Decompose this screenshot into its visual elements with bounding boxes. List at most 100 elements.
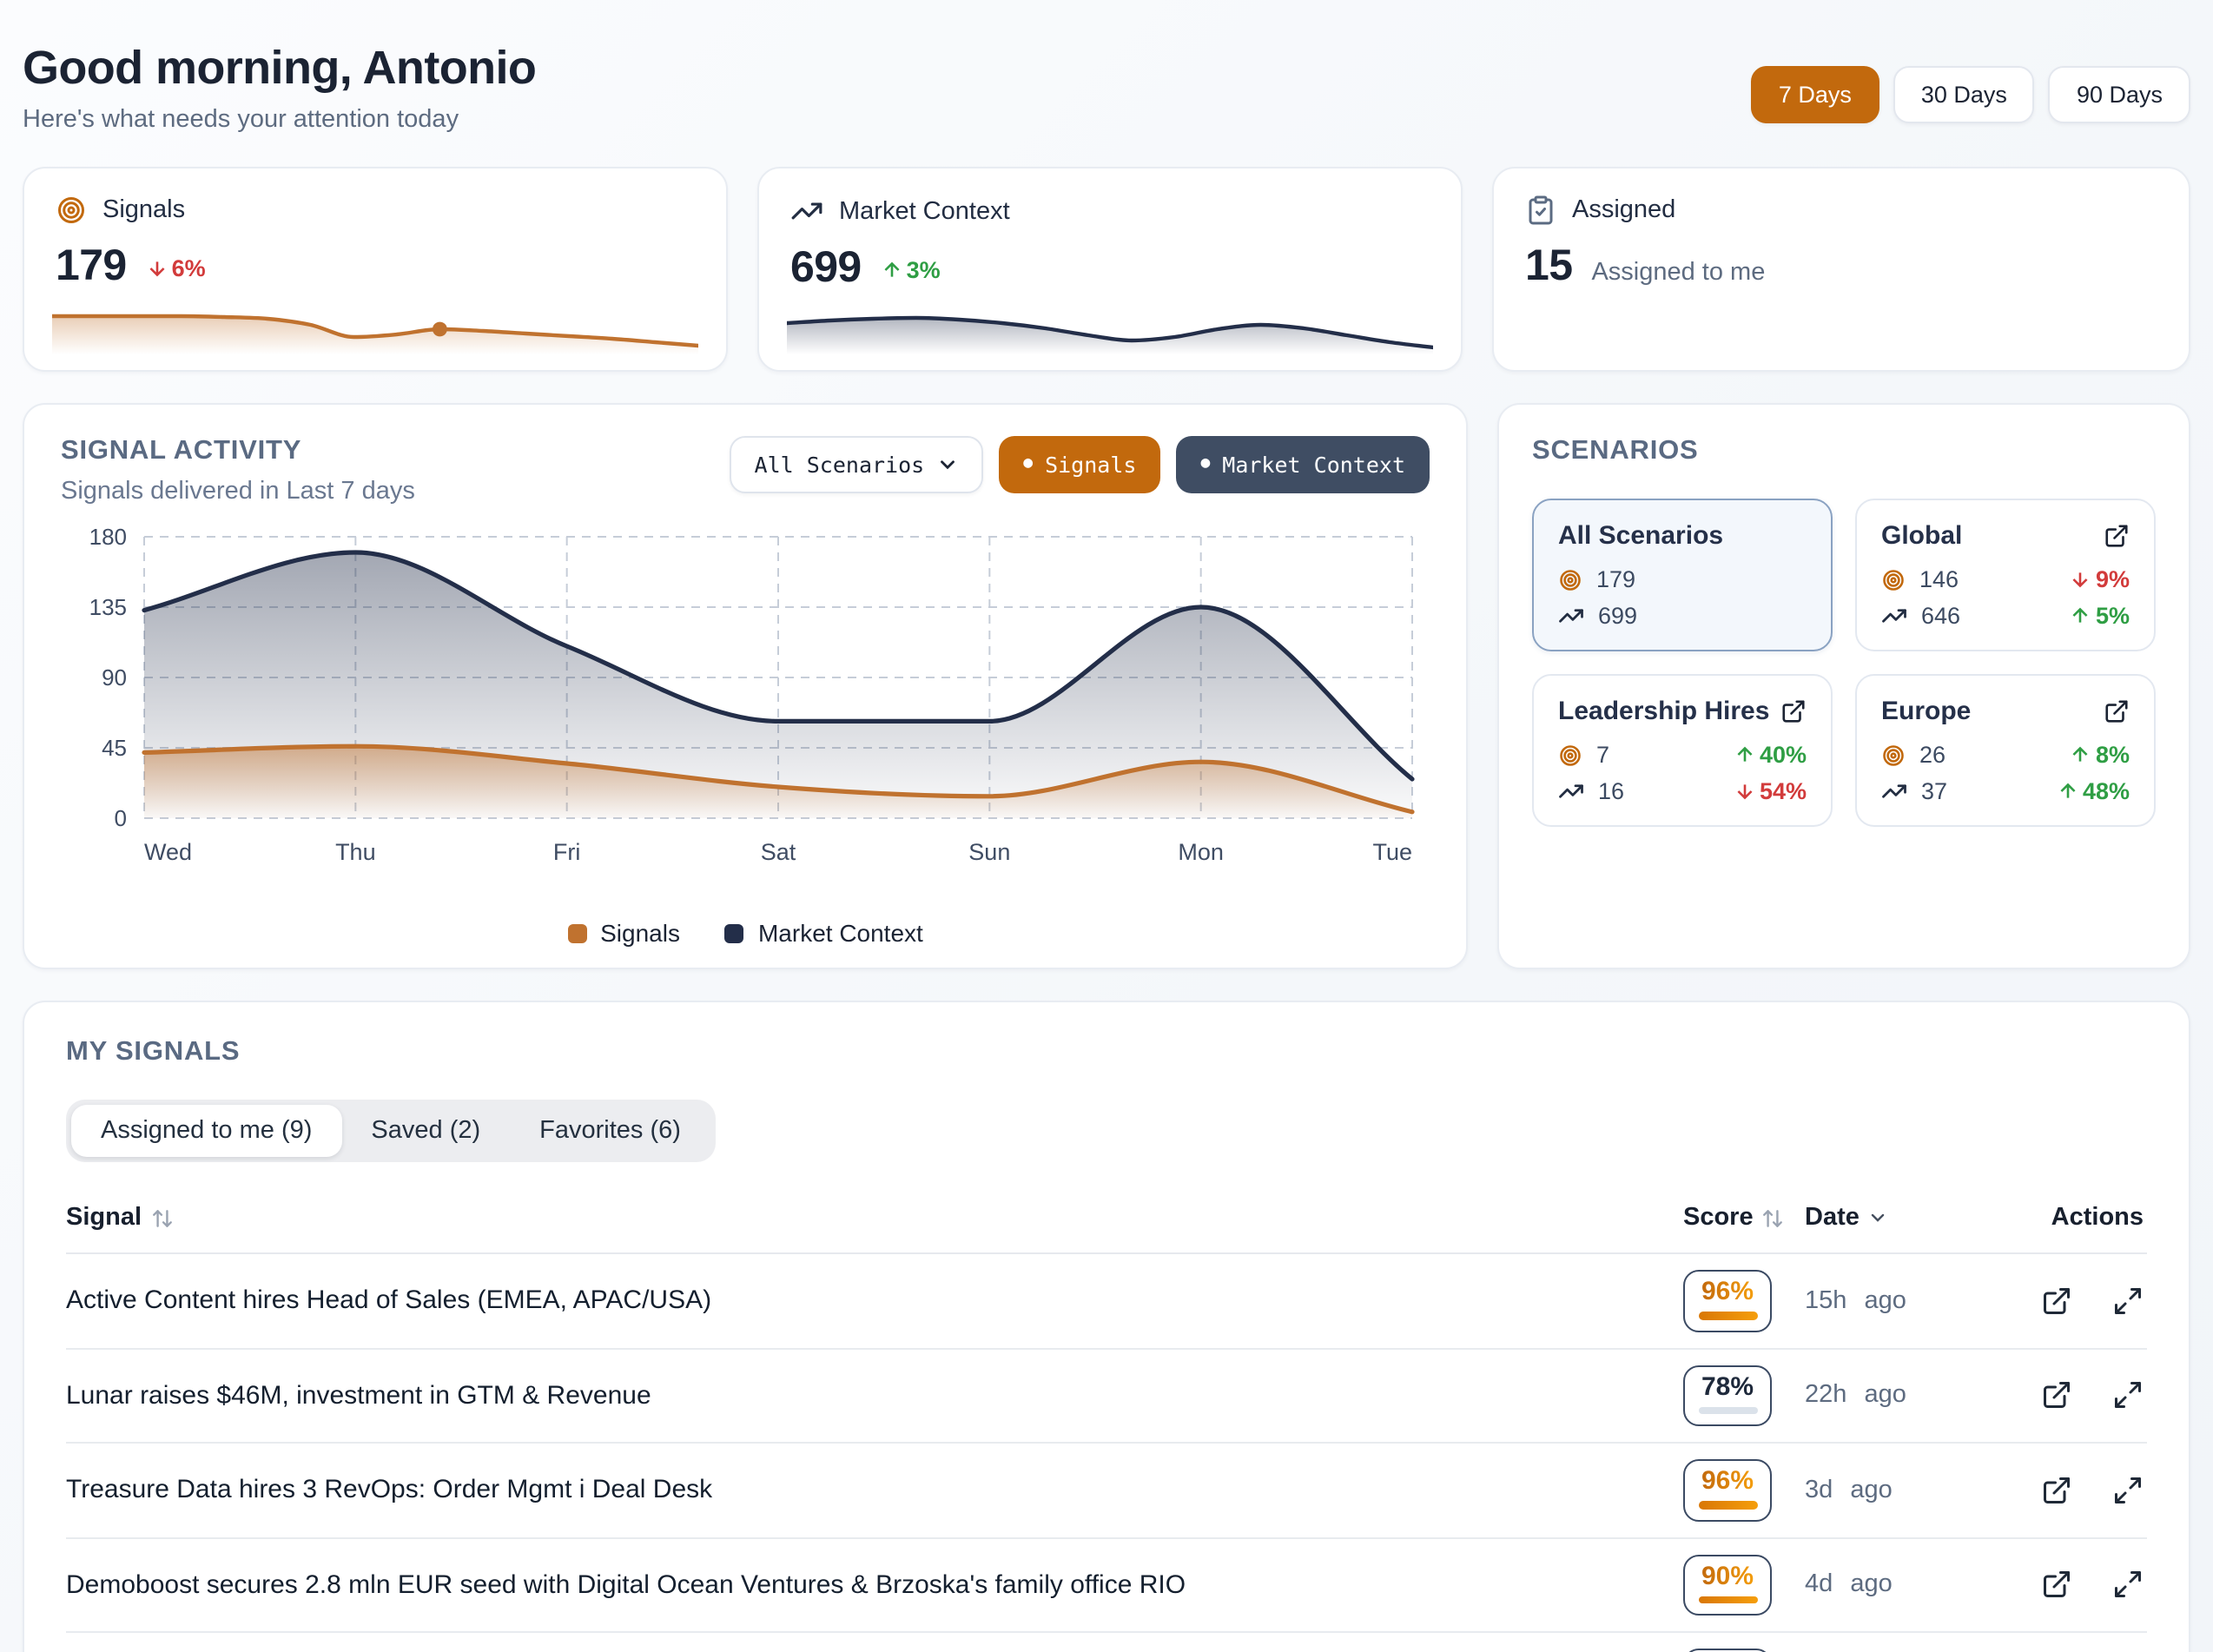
sort-arrows-icon [150,1206,173,1229]
market-context-toggle-button[interactable]: ● Market Context [1176,436,1430,493]
scenario-metric-row: 7 40% [1558,742,1807,768]
chevron-down-icon [936,453,959,476]
score-value: 78% [1701,1371,1754,1403]
page-title: Good morning, Antonio [23,42,536,96]
scenario-metric-delta: 8% [2070,742,2130,768]
external-link-icon[interactable] [2041,1569,2072,1601]
stat-label: Assigned [1572,196,1675,224]
target-icon [1881,567,1906,591]
scenario-metric-value: 7 [1596,742,1609,768]
score-badge: 90% [1683,1554,1772,1616]
table-row[interactable]: Demoboost secures 2.8 mln EUR seed with … [66,1538,2147,1633]
signals-toggle-button[interactable]: ● Signals [999,436,1160,493]
expand-icon[interactable] [2112,1285,2144,1317]
target-icon [56,195,87,226]
scenario-name: Europe [1881,697,1971,726]
external-link-icon[interactable] [2104,698,2130,724]
range-button-90-days[interactable]: 90 Days [2049,66,2190,123]
scenario-dropdown[interactable]: All Scenarios [730,436,984,493]
column-header-date[interactable]: Date [1805,1204,2001,1232]
score-cell [1683,1649,1805,1652]
table-row[interactable]: Active Content hires Head of Sales (EMEA… [66,1254,2147,1349]
market-context-sparkline [787,302,1433,354]
legend-label: Signals [600,919,680,947]
chart-legend: Signals Market Context [61,919,1430,947]
scenario-metric-delta: 40% [1734,742,1807,768]
scenario-card-all-scenarios[interactable]: All Scenarios 179 699 [1532,499,1833,651]
actions-cell [2001,1569,2147,1601]
table-row[interactable]: Treasure Data hires 3 RevOps: Order Mgmt… [66,1444,2147,1538]
trending-up-icon [1558,778,1584,804]
scenario-name: All Scenarios [1558,521,1723,551]
expand-icon[interactable] [2112,1569,2144,1601]
svg-text:180: 180 [89,526,127,550]
page-subtitle: Here's what needs your attention today [23,106,536,134]
signals-table-header: Signal Score Date [66,1197,2147,1254]
signal-title: Demoboost secures 2.8 mln EUR seed with … [66,1570,1683,1600]
date-cell: 15h ago [1805,1287,2001,1315]
main-row: SIGNAL ACTIVITY Signals delivered in Las… [23,403,2190,969]
column-header-actions: Actions [2001,1204,2147,1232]
expand-icon[interactable] [2112,1380,2144,1411]
dot-icon: ● [1200,457,1210,472]
external-link-icon[interactable] [2041,1475,2072,1506]
dot-icon: ● [1023,457,1033,472]
scenario-metric-value: 646 [1921,603,1960,629]
signal-activity-titles: SIGNAL ACTIVITY Signals delivered in Las… [61,436,415,506]
column-header-score[interactable]: Score [1683,1204,1805,1232]
page-header: Good morning, Antonio Here's what needs … [23,42,2190,134]
signals-stat-card[interactable]: Signals 179 6% [23,167,728,372]
external-link-icon[interactable] [2041,1380,2072,1411]
svg-text:Fri: Fri [553,839,580,865]
chevron-down-icon [1868,1207,1889,1228]
scenario-metric-value: 699 [1598,603,1637,629]
sort-arrows-icon [1762,1206,1785,1229]
scenario-metric-delta: 9% [2070,566,2130,592]
tab-favorites-6[interactable]: Favorites (6) [510,1105,710,1157]
signal-title: Treasure Data hires 3 RevOps: Order Mgmt… [66,1476,1683,1505]
actions-cell [2001,1380,2147,1411]
tab-saved-2[interactable]: Saved (2) [341,1105,510,1157]
score-bar [1698,1406,1757,1414]
scenario-metric-row: 26 8% [1881,742,2130,768]
assigned-stat-card[interactable]: Assigned 15 Assigned to me [1492,167,2190,372]
external-link-icon[interactable] [2041,1285,2072,1317]
scenarios-grid: All Scenarios 179 699 Global [1532,499,2156,827]
stat-cards-row: Signals 179 6% Market Context 699 [23,167,2190,372]
stat-label: Signals [102,196,185,224]
market-context-stat-card[interactable]: Market Context 699 3% [757,167,1463,372]
expand-icon[interactable] [2112,1475,2144,1506]
date-range-switcher: 7 Days30 Days90 Days [1751,66,2190,123]
score-value: 96% [1701,1277,1754,1308]
scenario-name: Leadership Hires [1558,697,1769,726]
legend-item: Market Context [725,919,923,947]
scenarios-title: SCENARIOS [1532,436,2156,467]
signal-title: Lunar raises $46M, investment in GTM & R… [66,1381,1683,1411]
svg-text:90: 90 [102,664,127,691]
scenario-metric-row: 16 54% [1558,778,1807,804]
tab-assigned-to-me-9[interactable]: Assigned to me (9) [71,1105,341,1157]
signals-sparkline [52,302,698,354]
range-button-7-days[interactable]: 7 Days [1751,66,1879,123]
svg-text:Thu: Thu [335,839,376,865]
svg-text:45: 45 [102,735,127,761]
my-signals-tabs: Assigned to me (9)Saved (2)Favorites (6) [66,1100,716,1162]
activity-area-chart: 04590135180WedThuFriSatSunMonTue [61,526,1430,905]
score-value: 96% [1701,1466,1754,1497]
external-link-icon[interactable] [1780,698,1807,724]
scenario-card-europe[interactable]: Europe 26 8% 37 4 [1855,674,2156,827]
column-header-signal[interactable]: Signal [66,1204,1683,1232]
range-button-30-days[interactable]: 30 Days [1893,66,2035,123]
table-row[interactable]: Lunar raises $46M, investment in GTM & R… [66,1349,2147,1444]
external-link-icon[interactable] [2104,523,2130,549]
trending-up-icon [790,195,823,228]
scenarios-panel: SCENARIOS All Scenarios 179 699 Global [1497,403,2190,969]
table-row[interactable] [66,1633,2147,1652]
target-icon [1558,743,1582,767]
scenario-card-global[interactable]: Global 146 9% 646 [1855,499,2156,651]
score-badge: 78% [1683,1365,1772,1426]
dashboard-page: Good morning, Antonio Here's what needs … [0,0,2213,1652]
scenario-card-leadership-hires[interactable]: Leadership Hires 7 40% 16 [1532,674,1833,827]
scenario-metric-value: 179 [1596,566,1635,592]
scenario-metric-row: 146 9% [1881,566,2130,592]
